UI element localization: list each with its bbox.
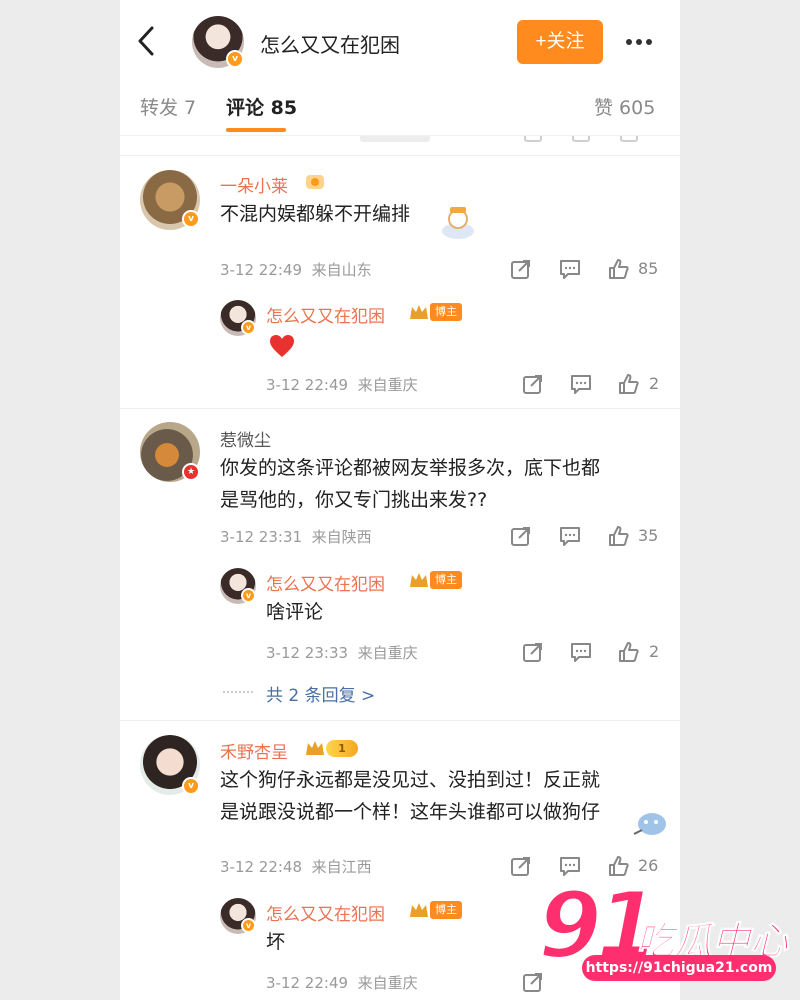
like-count: 35	[638, 526, 659, 545]
reply-username[interactable]: 怎么又又在犯困	[266, 570, 385, 595]
author-badge: 博主	[430, 571, 462, 589]
comment-username[interactable]: 一朵小莱	[220, 172, 288, 197]
like-icon[interactable]	[618, 373, 640, 395]
comment-text-line-2: 是骂他的，你又专门挑出来发??	[220, 489, 488, 511]
reply-meta: 3-12 22:49 来自重庆	[266, 374, 418, 395]
verified-icon: v	[182, 777, 200, 795]
like-count: 2	[649, 642, 660, 661]
share-icon[interactable]	[522, 373, 544, 395]
reply-icon[interactable]	[570, 373, 592, 395]
comment-meta: 3-12 23:31 来自陕西	[220, 526, 372, 547]
comment-username[interactable]: 惹微尘	[220, 426, 271, 451]
author-name[interactable]: 怎么又又在犯困	[260, 29, 400, 58]
comment-date: 3-12 23:31	[220, 528, 303, 546]
reply-text: 坏	[266, 931, 286, 953]
tab-comments[interactable]: 评论 85	[226, 93, 297, 120]
comment-text-line-2: 是说跟没说都一个样！这年头谁都可以做狗仔	[220, 801, 601, 823]
reply-icon	[572, 136, 590, 142]
tab-bar: 转发 7 评论 85 赞 605	[120, 80, 680, 136]
member-level-badge: 1	[326, 740, 358, 757]
top-bar: v 怎么又又在犯困 +关注	[120, 0, 680, 80]
share-icon[interactable]	[510, 855, 532, 877]
reply-location: 来自重庆	[357, 376, 418, 394]
share-icon[interactable]	[510, 258, 532, 280]
fan-badge-icon	[306, 175, 324, 189]
reply-username[interactable]: 怎么又又在犯困	[266, 900, 385, 925]
previous-comment-cutoff	[120, 136, 680, 156]
weibo-comments-screen: v 怎么又又在犯困 +关注 转发 7 评论 85 赞 605 v 一朵小莱 不混…	[120, 0, 680, 1000]
reply-meta: 3-12 22:49 来自重庆	[266, 972, 418, 993]
member-level: 1	[338, 742, 346, 755]
share-icon[interactable]	[510, 525, 532, 547]
divider	[120, 408, 680, 409]
heart-emoji-icon	[270, 335, 294, 357]
crown-icon	[410, 573, 428, 587]
dotted-line	[223, 691, 253, 693]
view-more-replies-link[interactable]: 共 2 条回复 >	[266, 681, 375, 706]
share-icon[interactable]	[522, 641, 544, 663]
sticker-icon	[633, 813, 666, 835]
verified-icon: v	[241, 918, 256, 933]
comment-meta: 3-12 22:49 来自山东	[220, 259, 372, 280]
comment-username[interactable]: 禾野杏呈	[220, 738, 288, 763]
tab-active-indicator	[226, 128, 286, 132]
verified-icon: v	[226, 50, 244, 68]
author-badge: 博主	[430, 901, 462, 919]
share-icon	[524, 136, 542, 142]
reply-username[interactable]: 怎么又又在犯困	[266, 302, 385, 327]
reply-date: 3-12 23:33	[266, 644, 349, 662]
crown-icon	[410, 305, 428, 319]
verified-icon: v	[182, 210, 200, 228]
comment-location: 来自山东	[311, 261, 372, 279]
verified-icon: v	[241, 588, 256, 603]
red-badge-icon: ★	[182, 463, 200, 481]
crown-icon	[410, 903, 428, 917]
watermark-url: https://91chigua21.com	[582, 955, 776, 981]
comment-text-line-1: 这个狗仔永远都是没见过、没拍到过！反正就	[220, 769, 601, 791]
comment-date: 3-12 22:48	[220, 858, 303, 876]
reply-icon[interactable]	[570, 641, 592, 663]
reply-icon[interactable]	[559, 258, 581, 280]
author-badge: 博主	[430, 303, 462, 321]
verified-icon: v	[241, 320, 256, 335]
cut-off-meta	[360, 136, 430, 142]
like-icon[interactable]	[608, 525, 630, 547]
reply-meta: 3-12 23:33 来自重庆	[266, 642, 418, 663]
comment-meta: 3-12 22:48 来自江西	[220, 856, 372, 877]
comment-location: 来自江西	[311, 858, 372, 876]
reply-date: 3-12 22:49	[266, 974, 349, 992]
reply-location: 来自重庆	[357, 974, 418, 992]
reply-icon[interactable]	[559, 525, 581, 547]
like-icon[interactable]	[608, 258, 630, 280]
tab-repost[interactable]: 转发 7	[140, 93, 196, 120]
tab-likes[interactable]: 赞 605	[594, 93, 655, 120]
like-icon[interactable]	[618, 641, 640, 663]
comment-text: 不混内娱都躲不开编排	[220, 203, 411, 225]
comment-text-line-1: 你发的这条评论都被网友举报多次，底下也都	[220, 457, 601, 479]
comment-date: 3-12 22:49	[220, 261, 303, 279]
reply-location: 来自重庆	[357, 644, 418, 662]
follow-button[interactable]: +关注	[517, 20, 603, 64]
like-icon	[620, 136, 638, 142]
more-options-icon[interactable]	[626, 28, 660, 56]
like-count: 2	[649, 374, 660, 393]
comment-location: 来自陕西	[311, 528, 372, 546]
reply-date: 3-12 22:49	[266, 376, 349, 394]
sticker-icon	[442, 207, 474, 239]
crown-icon	[306, 741, 324, 755]
reply-text: 啥评论	[266, 601, 324, 623]
back-arrow-icon[interactable]	[134, 24, 160, 58]
like-count: 85	[638, 259, 659, 278]
divider	[120, 720, 680, 721]
